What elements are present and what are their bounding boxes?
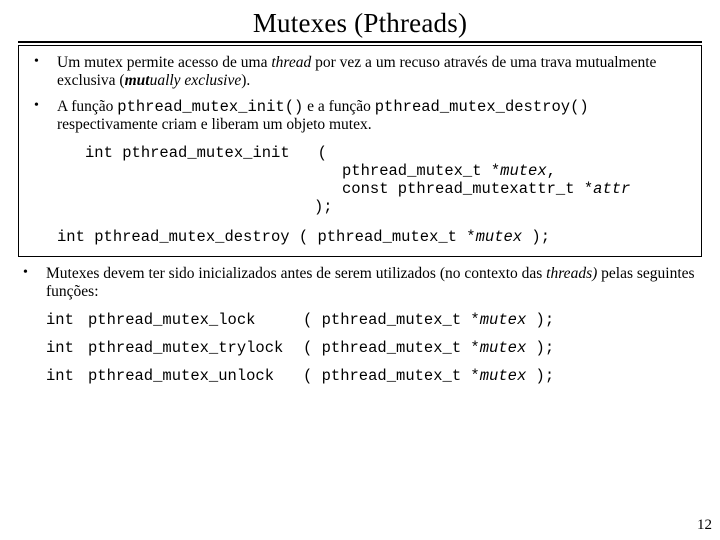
text: Mutexes devem ter sido inicializados ant… [46, 265, 546, 282]
proto-lock: int pthread_mutex_lock ( pthread_mutex_t… [46, 311, 702, 329]
text: respectivamente criam e liberam um objet… [57, 116, 372, 133]
code-text: pthread_mutex_destroy() [375, 98, 589, 116]
param-type: pthread_mutex_t * [342, 162, 500, 180]
args-open: ( pthread_mutex_t * [303, 367, 480, 385]
proto-unlock: int pthread_mutex_unlock ( pthread_mutex… [46, 367, 702, 385]
text-bold-italic: mut [125, 72, 150, 89]
paren-open: ( [318, 144, 327, 162]
bullet-1: Um mutex permite acesso de uma thread po… [29, 54, 691, 90]
bullet-3: Mutexes devem ter sido inicializados ant… [18, 265, 702, 385]
text: Um mutex permite acesso de uma [57, 54, 271, 71]
param-name: mutex [500, 162, 547, 180]
proto-destroy: int pthread_mutex_destroy ( pthread_mute… [57, 228, 691, 246]
return-type: int [46, 367, 88, 385]
text: ). [241, 72, 250, 89]
param-name: mutex [476, 228, 523, 246]
func-name: pthread_mutex_unlock [88, 367, 303, 385]
func-name: pthread_mutex_trylock [88, 339, 303, 357]
param-name: mutex [480, 339, 527, 357]
func-sig: pthread_mutex_destroy ( pthread_mutex_t … [94, 228, 475, 246]
text-italic: ually exclusive [150, 72, 242, 89]
text: e a função [303, 98, 374, 115]
args-close: ); [526, 311, 554, 329]
content-box-1: Um mutex permite acesso de uma thread po… [18, 45, 702, 257]
text-italic: thread [271, 54, 311, 71]
proto-init: int pthread_mutex_init ( [85, 144, 691, 162]
args-close: ); [526, 367, 554, 385]
proto-trylock: int pthread_mutex_trylock ( pthread_mute… [46, 339, 702, 357]
return-type: int [46, 311, 88, 329]
bullet-2: A função pthread_mutex_init() e a função… [29, 98, 691, 246]
text-italic: threads) [546, 265, 597, 282]
comma: , [547, 162, 556, 180]
param-name: attr [593, 180, 630, 198]
text: A função [57, 98, 117, 115]
return-type: int [46, 339, 88, 357]
slide-title: Mutexes (Pthreads) [18, 8, 702, 43]
param-name: mutex [480, 311, 527, 329]
param-name: mutex [480, 367, 527, 385]
proto-init-param2: const pthread_mutexattr_t *attr [342, 180, 691, 198]
args-close: ); [526, 339, 554, 357]
proto-init-param1: pthread_mutex_t *mutex, [342, 162, 691, 180]
page-number: 12 [697, 517, 712, 534]
code-text: pthread_mutex_init() [117, 98, 303, 116]
proto-init-close: ); [314, 198, 691, 216]
param-type: const pthread_mutexattr_t * [342, 180, 593, 198]
func-name: pthread_mutex_init [122, 144, 289, 162]
return-type: int [85, 144, 113, 162]
func-name: pthread_mutex_lock [88, 311, 303, 329]
return-type: int [57, 228, 85, 246]
args-open: ( pthread_mutex_t * [303, 339, 480, 357]
sig-end: ); [522, 228, 550, 246]
args-open: ( pthread_mutex_t * [303, 311, 480, 329]
